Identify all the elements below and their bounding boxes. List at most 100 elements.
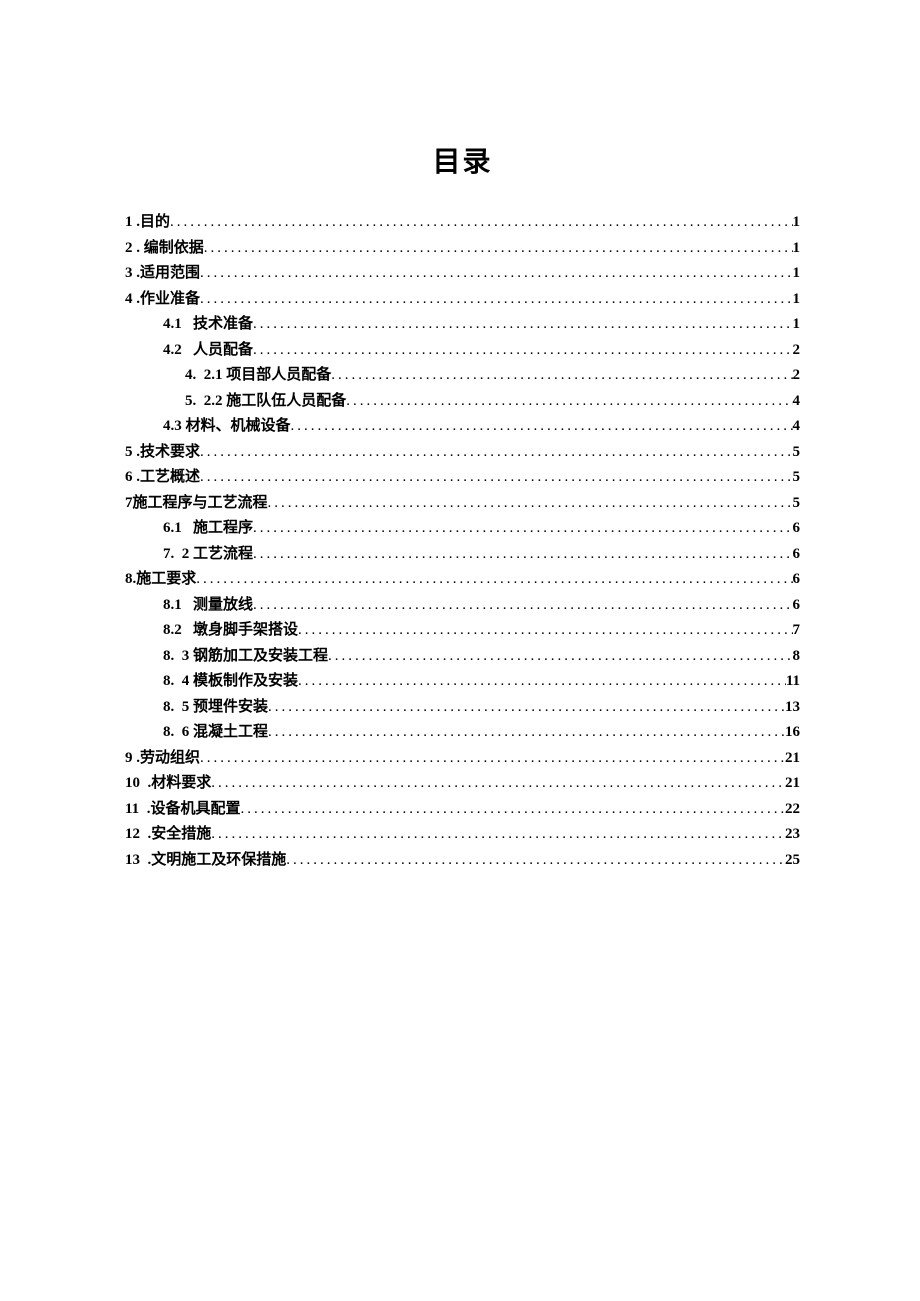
entry-text: 劳动组织 <box>140 746 200 772</box>
entry-text: 墩身脚手架搭设 <box>193 618 298 644</box>
dot-leader <box>286 848 785 874</box>
toc-entry: 4. 2.1 项目部人员配备2 <box>125 363 800 389</box>
toc-entry: 4.2 人员配备 2 <box>125 338 800 364</box>
entry-page: 5 <box>793 491 801 517</box>
entry-separator <box>196 389 204 415</box>
entry-text: 编制依据 <box>144 236 204 262</box>
entry-separator: . <box>133 746 141 772</box>
entry-separator: . <box>140 822 151 848</box>
entry-separator: . <box>140 848 151 874</box>
entry-text: 4 模板制作及安装 <box>182 669 298 695</box>
entry-number: 10 <box>125 771 140 797</box>
dot-leader <box>328 644 792 670</box>
toc-entry: 1 .目的 1 <box>125 210 800 236</box>
entry-number: 8. <box>163 695 174 721</box>
entry-page: 22 <box>785 797 800 823</box>
entry-separator: . <box>133 236 144 262</box>
entry-separator: . <box>140 771 151 797</box>
entry-page: 2 <box>793 338 801 364</box>
dot-leader <box>268 491 793 517</box>
toc-entry: 8.2 墩身脚手架搭设7 <box>125 618 800 644</box>
toc-entry: 6.1 施工程序6 <box>125 516 800 542</box>
toc-entry: 7 施工程序与工艺流程 5 <box>125 491 800 517</box>
entry-separator: . <box>139 797 150 823</box>
entry-separator: . <box>133 261 141 287</box>
toc-entry: 10 .材料要求21 <box>125 771 800 797</box>
entry-separator <box>182 516 193 542</box>
entry-text: 材料、机械设备 <box>186 414 291 440</box>
entry-separator: . <box>133 440 141 466</box>
entry-number: 6.1 <box>163 516 182 542</box>
entry-text: 测量放线 <box>193 593 253 619</box>
entry-text: 工艺概述 <box>140 465 200 491</box>
entry-text: 2.1 项目部人员配备 <box>204 363 332 389</box>
entry-text: 2.2 施工队伍人员配备 <box>204 389 347 415</box>
toc-entry: 6 .工艺概述5 <box>125 465 800 491</box>
entry-number: 4 <box>125 287 133 313</box>
entry-text: 目的 <box>140 210 170 236</box>
dot-leader <box>268 695 785 721</box>
entry-page: 1 <box>793 312 801 338</box>
toc-entry: 2 . 编制依据1 <box>125 236 800 262</box>
entry-number: 5 <box>125 440 133 466</box>
dot-leader <box>200 440 792 466</box>
toc-entry: 8. 5 预埋件安装 13 <box>125 695 800 721</box>
entry-separator: . <box>133 210 141 236</box>
toc-entry: 8.施工要求 6 <box>125 567 800 593</box>
entry-page: 4 <box>793 389 801 415</box>
entry-page: 4 <box>793 414 801 440</box>
entry-separator <box>196 363 204 389</box>
toc-entry: 5. 2.2 施工队伍人员配备 4 <box>125 389 800 415</box>
toc-entry: 8. 6 混凝土工程16 <box>125 720 800 746</box>
dot-leader <box>196 567 792 593</box>
entry-page: 8 <box>793 644 801 670</box>
toc-entry: 7. 2 工艺流程6 <box>125 542 800 568</box>
dot-leader <box>253 338 792 364</box>
entry-text: 作业准备 <box>140 287 200 313</box>
entry-separator <box>174 720 182 746</box>
entry-number: 9 <box>125 746 133 772</box>
entry-number: 4. <box>185 363 196 389</box>
entry-separator: . <box>133 287 141 313</box>
entry-text: 文明施工及环保措施 <box>151 848 286 874</box>
entry-separator <box>182 593 193 619</box>
entry-number: 3 <box>125 261 133 287</box>
toc-entry: 8.1 测量放线6 <box>125 593 800 619</box>
toc-entry: 8. 3 钢筋加工及安装工程8 <box>125 644 800 670</box>
entry-number: 4.3 <box>163 414 182 440</box>
entry-separator <box>182 338 193 364</box>
entry-number: 7 <box>125 491 133 517</box>
entry-number: 1 <box>125 210 133 236</box>
entry-number: 6 <box>125 465 133 491</box>
dot-leader <box>253 312 792 338</box>
entry-number: 11 <box>125 797 139 823</box>
dot-leader <box>253 516 792 542</box>
toc-entry: 8. 4 模板制作及安装 11 <box>125 669 800 695</box>
entry-separator <box>182 618 193 644</box>
entry-number: 8. <box>163 669 174 695</box>
toc-entry: 13 .文明施工及环保措施25 <box>125 848 800 874</box>
entry-number: 5. <box>185 389 196 415</box>
dot-leader <box>331 363 792 389</box>
entry-page: 21 <box>785 771 800 797</box>
entry-text: 安全措施 <box>151 822 211 848</box>
dot-leader <box>298 618 792 644</box>
entry-text: 施工程序与工艺流程 <box>133 491 268 517</box>
entry-page: 11 <box>786 669 800 695</box>
entry-number: 8. <box>125 567 136 593</box>
entry-number: 12 <box>125 822 140 848</box>
dot-leader <box>346 389 792 415</box>
toc-title: 目录 <box>125 140 800 180</box>
toc-entry: 12 .安全措施23 <box>125 822 800 848</box>
entry-text: 6 混凝土工程 <box>182 720 268 746</box>
entry-page: 1 <box>793 210 801 236</box>
entry-page: 6 <box>793 567 801 593</box>
toc-entry: 9 .劳动组织21 <box>125 746 800 772</box>
entry-number: 8. <box>163 720 174 746</box>
entry-text: 人员配备 <box>193 338 253 364</box>
toc-entry: 11 .设备机具配置 22 <box>125 797 800 823</box>
dot-leader <box>204 236 793 262</box>
entry-number: 4.2 <box>163 338 182 364</box>
entry-page: 6 <box>793 542 801 568</box>
entry-text: 设备机具配置 <box>150 797 240 823</box>
